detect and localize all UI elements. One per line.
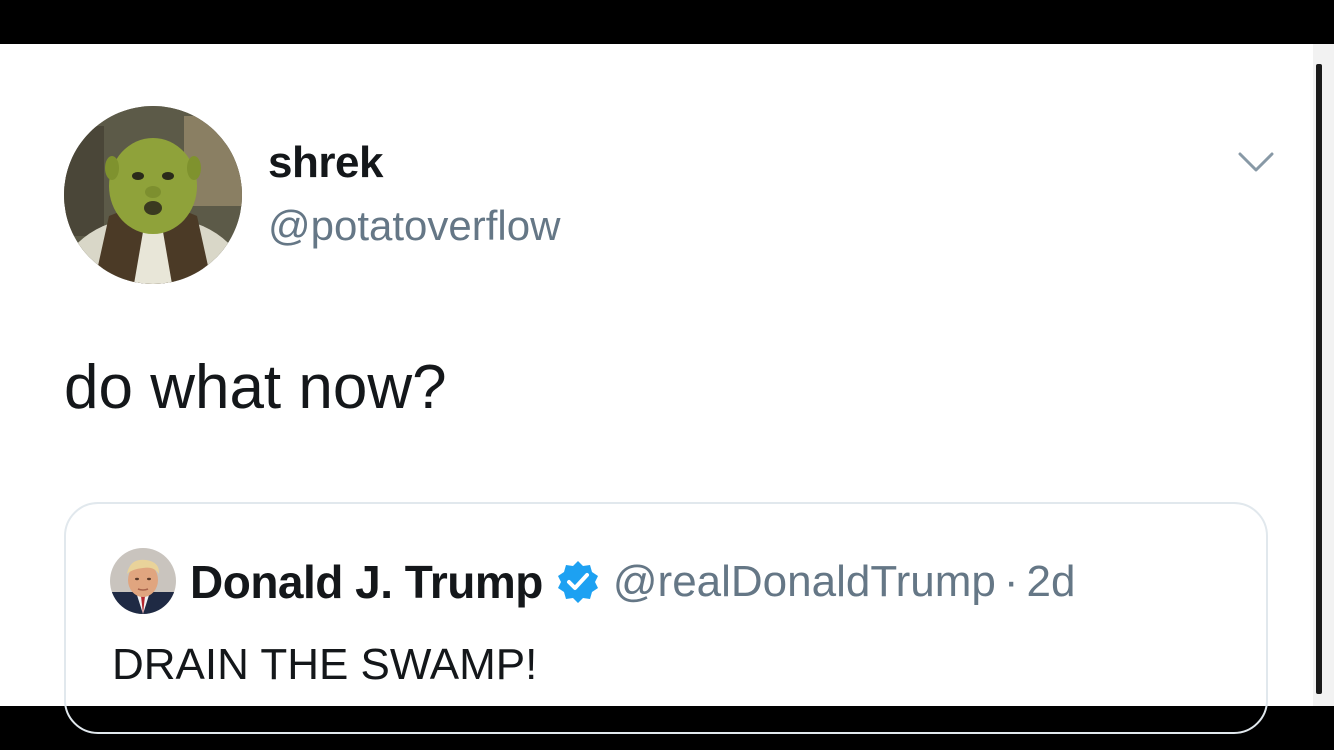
tweet-card[interactable]: shrek @potatoverflow do what now? Donald… [0,44,1313,734]
quoted-tweet-header: Donald J. Trump @realDonaldTrump · 2d [190,554,1075,610]
author-avatar[interactable] [64,106,242,284]
quoted-tweet-text: DRAIN THE SWAMP! [112,640,538,689]
right-edge-bar [1313,44,1334,706]
quoted-tweet-timestamp[interactable]: 2d [1027,557,1076,607]
chevron-down-icon[interactable] [1236,148,1276,176]
quoted-tweet[interactable]: Donald J. Trump @realDonaldTrump · 2d DR… [64,502,1268,734]
screenshot-frame: shrek @potatoverflow do what now? Donald… [0,0,1334,750]
author-handle[interactable]: @potatoverflow [268,202,560,250]
author-display-name[interactable]: shrek [268,138,383,188]
quoted-author-handle[interactable]: @realDonaldTrump [613,557,996,607]
scrollbar [1316,64,1322,694]
header-separator: · [1003,557,1019,606]
quoted-author-avatar[interactable] [110,548,176,614]
quoted-author-display-name[interactable]: Donald J. Trump [190,555,543,609]
trump-avatar-image [110,548,176,614]
shrek-avatar-image [64,106,242,284]
tweet-text: do what now? [64,353,447,422]
verified-badge-icon [555,559,601,605]
